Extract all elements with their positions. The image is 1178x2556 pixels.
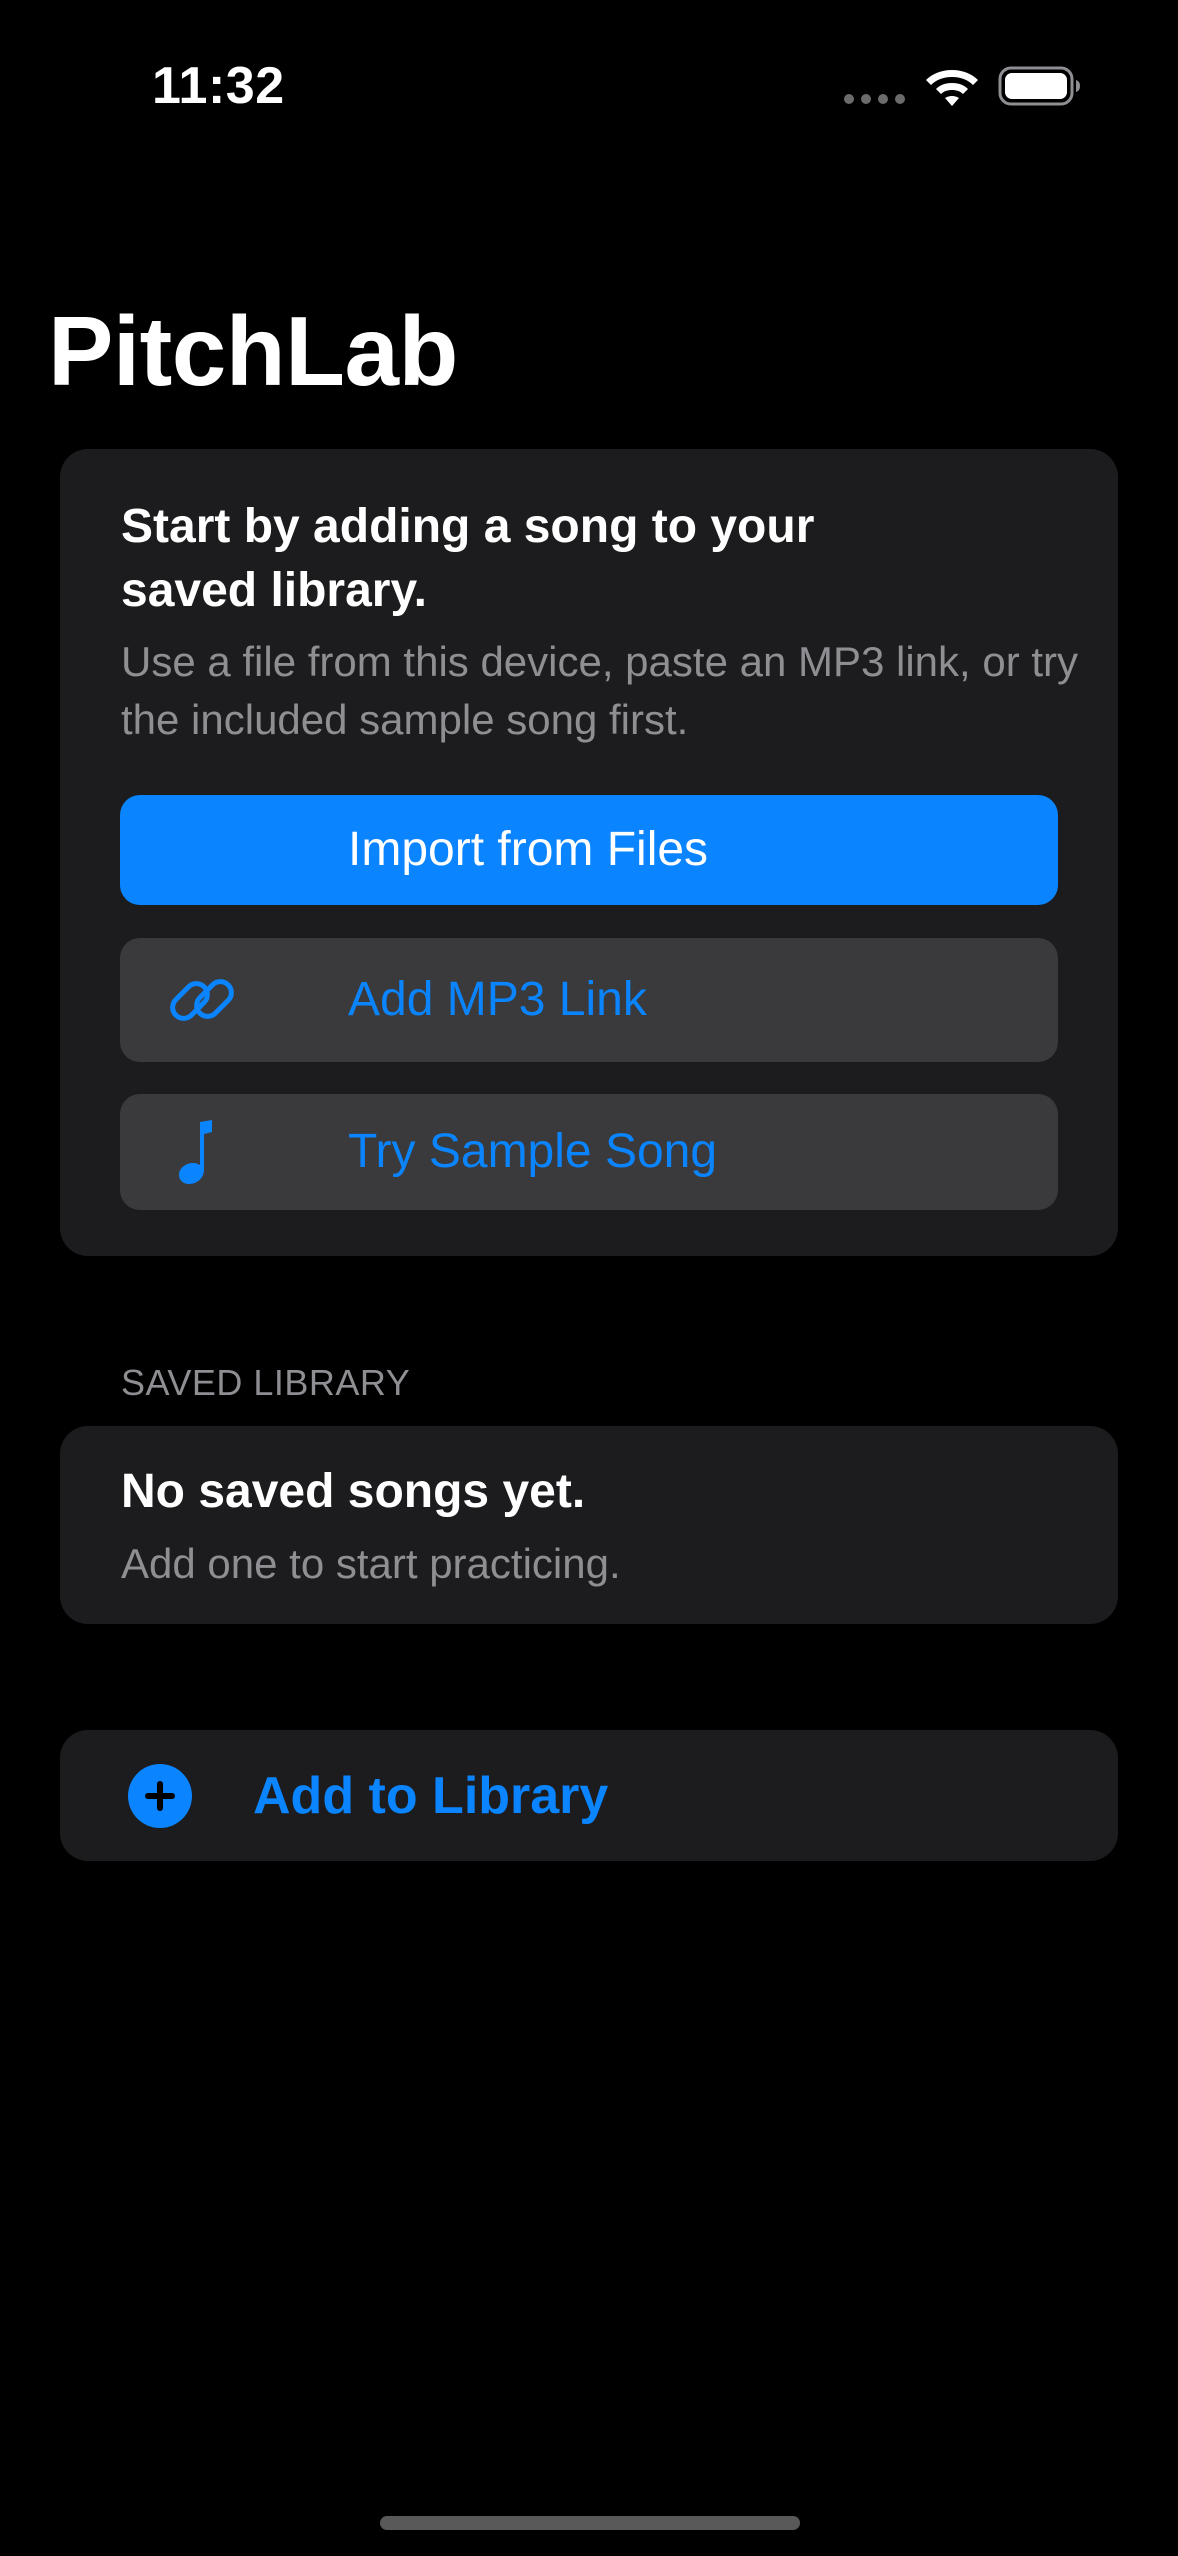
add-to-library-label: Add to Library [253,1767,609,1825]
try-sample-song-button[interactable]: Try Sample Song [120,1094,1058,1210]
intro-subtitle: Use a file from this device, paste an MP… [121,638,1079,743]
battery-icon [998,66,1080,106]
home-indicator [380,2516,800,2530]
intro-heading: Start by adding a song to your saved lib… [121,500,815,617]
empty-library-subtitle: Add one to start practicing. [121,1540,621,1587]
add-mp3-link-button[interactable]: Add MP3 Link [120,938,1058,1062]
import-from-files-button[interactable]: Import from Files [120,795,1058,905]
saved-library-header: SAVED LIBRARY [121,1362,411,1403]
intro-card: Start by adding a song to your saved lib… [60,449,1118,1256]
status-time: 11:32 [152,57,285,115]
empty-library-title: No saved songs yet. [121,1465,586,1518]
page-title: PitchLab [48,296,458,406]
plus-circle-icon [128,1764,192,1828]
status-bar: 11:32 [0,0,1178,170]
music-note-icon [179,1120,212,1184]
signal-dots-icon [844,94,906,106]
add-mp3-link-label: Add MP3 Link [348,973,647,1026]
link-icon [170,979,234,1021]
add-to-library-button[interactable]: Add to Library [60,1730,1118,1861]
import-from-files-label: Import from Files [348,823,709,876]
wifi-icon [926,70,978,106]
empty-library-card: No saved songs yet. Add one to start pra… [60,1426,1118,1624]
try-sample-song-label: Try Sample Song [348,1125,718,1178]
